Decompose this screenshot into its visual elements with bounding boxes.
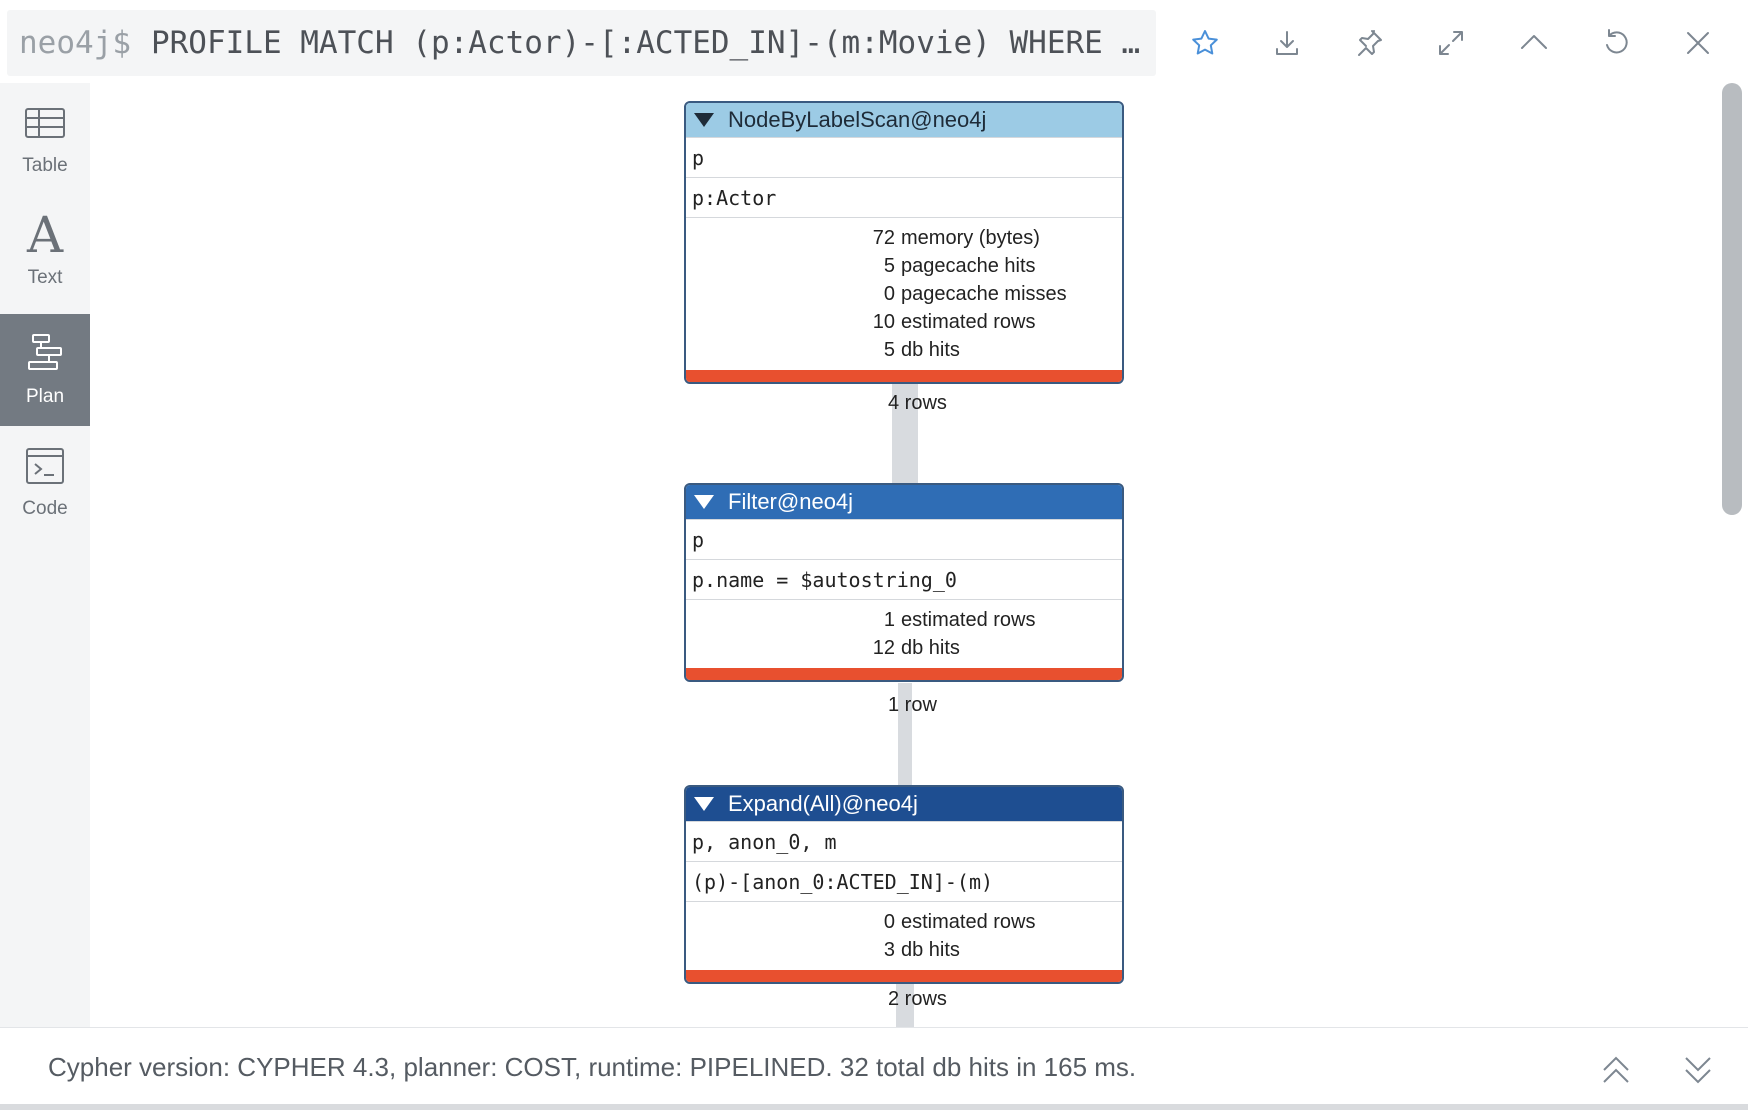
cost-bar — [686, 668, 1122, 680]
stat-line: 0 estimated rows — [686, 908, 1122, 936]
stat-value: 0 — [883, 910, 895, 933]
plan-operator[interactable]: NodeByLabelScan@neo4j p p:Actor 72 memory… — [684, 101, 1124, 384]
query-editor[interactable]: neo4j$ PROFILE MATCH (p:Actor)-[:ACTED_I… — [7, 10, 1156, 76]
operator-stats: 1 estimated rows 12 db hits — [686, 599, 1122, 668]
sidebar-item-label: Table — [22, 155, 68, 176]
frame-header: neo4j$ PROFILE MATCH (p:Actor)-[:ACTED_I… — [0, 0, 1748, 83]
operator-identifiers: p — [686, 519, 1122, 559]
operator-identifiers: p — [686, 137, 1122, 177]
sidebar-item-label: Code — [22, 498, 68, 519]
plan-operator[interactable]: Filter@neo4j p p.name = $autostring_0 1e… — [684, 483, 1124, 682]
view-sidebar: Table A Text Plan Code — [0, 83, 90, 1027]
collapse-triangle-icon[interactable] — [694, 495, 714, 509]
stat-label: estimated rows — [901, 608, 1036, 631]
stat-line: 10 estimated rows — [686, 308, 1122, 336]
operator-name: Expand(All)@neo4j — [728, 791, 918, 816]
query-text[interactable]: PROFILE MATCH (p:Actor)-[:ACTED_IN]-(m:M… — [151, 25, 1140, 61]
stat-value: 12 — [872, 636, 895, 659]
download-icon[interactable] — [1260, 16, 1314, 70]
collapse-up-icon[interactable] — [1507, 16, 1561, 70]
sidebar-item-label: Text — [27, 267, 63, 288]
stat-label: estimated rows — [901, 910, 1036, 933]
stat-value: 1 — [883, 608, 895, 631]
sidebar-item-text[interactable]: A Text — [0, 195, 90, 307]
stat-label: pagecache hits — [901, 254, 1036, 277]
collapse-triangle-icon[interactable] — [694, 797, 714, 811]
sidebar-item-table[interactable]: Table — [0, 83, 90, 195]
plan-canvas[interactable]: NodeByLabelScan@neo4j p p:Actor 72 memory… — [90, 83, 1720, 1027]
text-icon: A — [26, 206, 64, 264]
stat-label: db hits — [901, 338, 960, 361]
stat-line: 5 pagecache hits — [686, 252, 1122, 280]
stat-label: estimated rows — [901, 310, 1036, 333]
frame-bottom-border — [0, 1104, 1748, 1110]
stat-line: 5 db hits — [686, 336, 1122, 364]
collapse-triangle-icon[interactable] — [694, 113, 714, 127]
plan-summary: Cypher version: CYPHER 4.3, planner: COS… — [48, 1052, 1137, 1082]
cost-bar — [686, 370, 1122, 382]
scrollbar-thumb[interactable] — [1722, 83, 1742, 515]
prompt-label: neo4j$ — [19, 25, 131, 61]
operator-title[interactable]: Filter@neo4j — [686, 485, 1122, 519]
operator-name: NodeByLabelScan@neo4j — [728, 107, 987, 132]
expand-all-icon[interactable] — [1676, 1048, 1720, 1092]
plan-operator[interactable]: Expand(All)@neo4j p, anon_0, m (p)-[anon… — [684, 785, 1124, 984]
stat-line: 0 pagecache misses — [686, 280, 1122, 308]
star-icon[interactable] — [1178, 16, 1232, 70]
operator-title[interactable]: NodeByLabelScan@neo4j — [686, 103, 1122, 137]
close-icon[interactable] — [1671, 16, 1725, 70]
sidebar-item-label: Plan — [25, 386, 65, 407]
collapse-all-icon[interactable] — [1594, 1048, 1638, 1092]
edge-row-count: 4 rows — [888, 392, 947, 414]
stat-value: 72 — [872, 226, 895, 249]
sidebar-item-plan[interactable]: Plan — [0, 314, 90, 426]
stat-line: 3 db hits — [686, 936, 1122, 964]
stat-label: db hits — [901, 938, 960, 961]
edge-row-count: 2 rows — [888, 988, 947, 1010]
rerun-icon[interactable] — [1589, 16, 1643, 70]
stat-value: 5 — [883, 338, 895, 361]
table-icon — [25, 108, 65, 138]
expand-icon[interactable] — [1424, 16, 1478, 70]
cost-bar — [686, 970, 1122, 982]
stat-value: 0 — [883, 282, 895, 305]
operator-name: Filter@neo4j — [728, 489, 854, 514]
operator-stats: 72 memory (bytes) 5 pagecache hits 0 pageca… — [686, 217, 1122, 370]
code-icon — [26, 448, 64, 484]
operator-identifiers: p, anon_0, m — [686, 821, 1122, 861]
stat-line: 72 memory (bytes) — [686, 224, 1122, 252]
stat-label: memory (bytes) — [901, 226, 1040, 249]
stat-value: 5 — [883, 254, 895, 277]
stat-value: 3 — [883, 938, 895, 961]
stat-line: 1 estimated rows — [686, 606, 1122, 634]
stat-line: 12 db hits — [686, 634, 1122, 662]
edge-row-count: 1 row — [888, 694, 937, 716]
plan-icon — [28, 334, 62, 370]
operator-stats: 0 estimated rows 3 db hits — [686, 901, 1122, 970]
operator-details: (p)-[anon_0:ACTED_IN]-(m) — [686, 861, 1122, 901]
status-footer: Cypher version: CYPHER 4.3, planner: COS… — [0, 1027, 1748, 1110]
stat-value: 10 — [872, 310, 895, 333]
operator-details: p.name = $autostring_0 — [686, 559, 1122, 599]
sidebar-item-code[interactable]: Code — [0, 426, 90, 538]
operator-title[interactable]: Expand(All)@neo4j — [686, 787, 1122, 821]
operator-details: p:Actor — [686, 177, 1122, 217]
stat-label: db hits — [901, 636, 960, 659]
pin-icon[interactable] — [1342, 16, 1396, 70]
stat-label: pagecache misses — [901, 282, 1067, 305]
